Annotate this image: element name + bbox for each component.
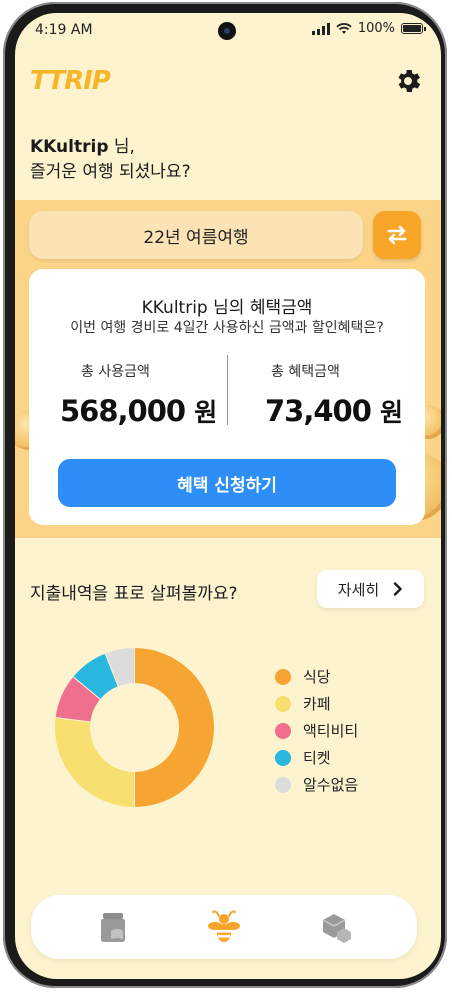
status-time: 4:19 AM <box>35 22 93 38</box>
legend-color-dot <box>275 695 291 712</box>
chevron-right-icon <box>394 582 402 596</box>
battery-percent: 100% <box>357 21 395 36</box>
total-benefit-amount: 73,400 원 <box>265 393 403 429</box>
legend-label: 티켓 <box>303 749 331 767</box>
wifi-icon <box>336 22 352 34</box>
status-icons: 100% <box>311 21 426 36</box>
donut-hole <box>90 683 179 772</box>
legend-label: 카페 <box>303 695 331 713</box>
box-icon <box>322 914 351 943</box>
legend-label: 식당 <box>303 668 331 686</box>
legend-item: 카페 <box>275 690 358 717</box>
total-spent-value: 568,000 <box>60 394 186 428</box>
status-bar: 4:19 AM 100% <box>15 13 441 47</box>
benefit-card-title: KKultrip 님의 혜택금액 <box>141 298 313 318</box>
phone-frame: 4:19 AM 100% TTRIP KKultrip 님, 즐거운 여행 되셨… <box>3 2 447 988</box>
total-benefit-value: 73,400 <box>265 394 372 428</box>
bottom-navigation <box>31 895 417 959</box>
chart-legend: 식당카페액티비티티켓알수없음 <box>275 663 358 798</box>
greeting-suffix: 님, <box>108 137 135 157</box>
benefit-card-subtitle: 이번 여행 경비로 4일간 사용하신 금액과 할인혜택은? <box>70 320 384 336</box>
details-button-label: 자세히 <box>337 580 380 599</box>
nav-item-wallet[interactable] <box>93 907 133 947</box>
swap-trip-button[interactable] <box>373 211 421 259</box>
expense-donut-chart <box>54 646 215 809</box>
benefit-card: KKultrip 님의 혜택금액 이번 여행 경비로 4일간 사용하신 금액과 … <box>29 269 425 525</box>
legend-label: 액티비티 <box>303 722 359 740</box>
stat-divider <box>227 355 228 425</box>
total-spent-label: 총 사용금액 <box>81 364 150 380</box>
swap-arrows-icon <box>387 225 407 245</box>
apply-benefit-button[interactable]: 혜택 신청하기 <box>58 459 396 507</box>
legend-color-dot <box>275 749 291 766</box>
battery-icon <box>401 23 426 34</box>
legend-color-dot <box>275 722 291 739</box>
gear-icon[interactable] <box>393 66 423 96</box>
legend-item: 액티비티 <box>275 717 358 744</box>
legend-item: 식당 <box>275 663 358 690</box>
nav-item-home[interactable] <box>204 907 244 947</box>
currency-unit: 원 <box>380 398 403 427</box>
total-spent-amount: 568,000 원 <box>60 393 217 429</box>
legend-item: 알수없음 <box>275 771 358 798</box>
user-name: KKultrip <box>30 137 109 157</box>
front-camera <box>218 22 236 40</box>
signal-icon <box>311 22 330 35</box>
nav-item-benefits[interactable] <box>316 907 356 947</box>
total-benefit-label: 총 혜택금액 <box>271 364 340 380</box>
greeting-text: KKultrip 님, 즐거운 여행 되셨나요? <box>30 135 191 185</box>
details-button[interactable]: 자세히 <box>317 570 424 608</box>
greeting-line2: 즐거운 여행 되셨나요? <box>30 162 191 182</box>
currency-unit: 원 <box>194 398 217 427</box>
legend-color-dot <box>275 668 291 685</box>
legend-item: 티켓 <box>275 744 358 771</box>
legend-label: 알수없음 <box>303 776 359 794</box>
app-logo: TTRIP <box>30 66 111 96</box>
legend-color-dot <box>275 776 291 793</box>
app-screen: 4:19 AM 100% TTRIP KKultrip 님, 즐거운 여행 되셨… <box>15 13 441 979</box>
bee-icon <box>208 910 240 942</box>
expenses-title: 지출내역을 표로 살펴볼까요? <box>30 584 238 604</box>
jar-icon <box>101 913 125 942</box>
trip-selector-label: 22년 여름여행 <box>143 227 249 248</box>
trip-selector[interactable]: 22년 여름여행 <box>29 211 363 259</box>
